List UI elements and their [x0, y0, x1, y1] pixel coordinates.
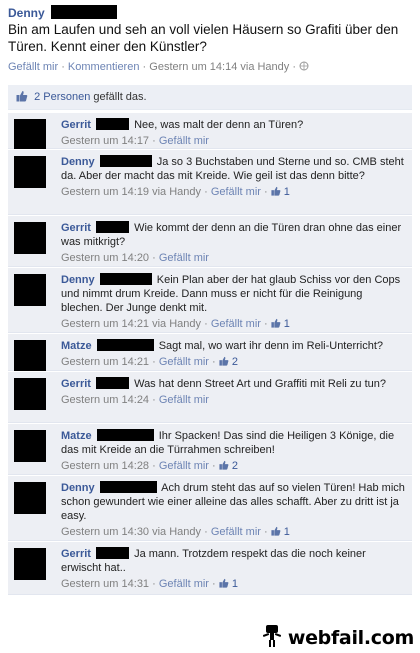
webfail-logo-text: webfail.com: [287, 627, 414, 649]
comment-timestamp: Gestern um 14:21 via Handy: [61, 318, 202, 330]
comment-timestamp: Gestern um 14:31: [61, 578, 150, 590]
comment-text: Nee, was malt der denn an Türen?: [134, 119, 304, 131]
avatar[interactable]: [14, 482, 46, 514]
comment-like-link[interactable]: Gefällt mir: [211, 526, 261, 538]
comment-like-count[interactable]: 2: [219, 460, 238, 472]
comment-item: Gerrit Ja mann. Trotzdem respekt das die…: [8, 541, 412, 595]
comment-author[interactable]: Denny: [61, 156, 95, 168]
comment-author[interactable]: Gerrit: [61, 119, 91, 131]
redacted-surname: [96, 339, 154, 351]
post-timestamp: Gestern um 14:14 via Handy: [149, 61, 290, 73]
redacted-surname: [96, 547, 130, 559]
comment-author[interactable]: Gerrit: [61, 548, 91, 560]
comment-item: Matze Ihr Spacken! Das sind die Heiligen…: [8, 423, 412, 475]
comment-text: Sagt mal, wo wart ihr denn im Reli-Unter…: [158, 340, 384, 352]
avatar[interactable]: [14, 430, 46, 462]
thumbs-up-icon: [219, 356, 229, 366]
comment-item: Denny Ach drum steht das auf so vielen T…: [8, 475, 412, 541]
comment-like-count[interactable]: 1: [219, 578, 238, 590]
globe-icon: [299, 61, 309, 71]
comment-like-link[interactable]: Gefällt mir: [159, 252, 209, 264]
comment-author[interactable]: Matze: [61, 430, 92, 442]
redacted-surname: [96, 118, 130, 130]
meta-separator: ·: [292, 61, 297, 73]
comment-like-link[interactable]: Gefällt mir: [159, 460, 209, 472]
comment-like-link[interactable]: Gefällt mir: [211, 186, 261, 198]
likes-count-link[interactable]: 2 Personen: [34, 91, 90, 103]
avatar[interactable]: [14, 119, 46, 151]
comment-item: Gerrit Wie kommt der denn an die Türen d…: [8, 215, 412, 267]
redacted-surname: [99, 273, 152, 285]
comment-like-count[interactable]: 1: [271, 526, 290, 538]
thumbs-up-icon: [271, 526, 281, 536]
comment-item: Matze Sagt mal, wo wart ihr denn im Reli…: [8, 333, 412, 372]
post-comment-link[interactable]: Kommentieren: [68, 61, 140, 73]
comment-like-link[interactable]: Gefällt mir: [159, 578, 209, 590]
robot-mascot-icon: [263, 625, 282, 647]
avatar[interactable]: [14, 548, 46, 580]
like-count-value: 2: [231, 356, 238, 368]
comment-like-link[interactable]: Gefällt mir: [159, 394, 209, 406]
comment-author[interactable]: Denny: [61, 274, 95, 286]
avatar[interactable]: [14, 340, 46, 372]
post-text: Bin am Laufen und seh an voll vielen Häu…: [8, 22, 399, 54]
thumbs-up-icon: [219, 578, 229, 588]
comment-timestamp: Gestern um 14:21: [61, 356, 150, 368]
redacted-surname: [96, 221, 130, 233]
comment-item: Gerrit Nee, was malt der denn an Türen? …: [8, 112, 412, 151]
comment-timestamp: Gestern um 14:28: [61, 460, 150, 472]
comment-item: Denny Ja so 3 Buchstaben und Sterne und …: [8, 149, 412, 215]
redacted-surname: [99, 155, 152, 167]
avatar[interactable]: [14, 274, 46, 306]
comment-item: Denny Kein Plan aber der hat glaub Schis…: [8, 267, 412, 333]
redacted-surname: [99, 481, 157, 493]
comment-like-count[interactable]: 1: [271, 318, 290, 330]
redacted-surname: [50, 5, 117, 19]
likes-suffix: gefällt das.: [93, 91, 147, 103]
avatar[interactable]: [14, 222, 46, 254]
post-like-link[interactable]: Gefällt mir: [8, 61, 58, 73]
like-count-value: 1: [283, 186, 290, 198]
comment-timestamp: Gestern um 14:20: [61, 252, 150, 264]
like-count-value: 2: [231, 460, 238, 472]
avatar[interactable]: [14, 378, 46, 410]
comment-like-link[interactable]: Gefällt mir: [159, 135, 209, 147]
comment-like-count[interactable]: 1: [271, 186, 290, 198]
like-count-value: 1: [283, 526, 290, 538]
thumbs-up-icon: [271, 318, 281, 328]
comment-author[interactable]: Denny: [61, 482, 95, 494]
comment-timestamp: Gestern um 14:30 via Handy: [61, 526, 202, 538]
comment-timestamp: Gestern um 14:24: [61, 394, 150, 406]
thumbs-up-icon: [271, 186, 281, 196]
comment-like-link[interactable]: Gefällt mir: [211, 318, 261, 330]
avatar[interactable]: [14, 156, 46, 188]
status-post: Denny Bin am Laufen und seh an voll viel…: [0, 0, 420, 73]
like-count-value: 1: [283, 318, 290, 330]
likes-summary: 2 Personen gefällt das.: [8, 85, 412, 110]
post-author[interactable]: Denny: [8, 6, 45, 20]
comment-author[interactable]: Gerrit: [61, 378, 91, 390]
webfail-logo: webfail.com: [263, 625, 414, 649]
comment-like-count[interactable]: 2: [219, 356, 238, 368]
thumbs-up-icon: [16, 91, 28, 102]
comment-timestamp: Gestern um 14:19 via Handy: [61, 186, 202, 198]
comment-text: Was hat denn Street Art und Graffiti mit…: [134, 378, 386, 390]
comment-like-link[interactable]: Gefällt mir: [159, 356, 209, 368]
comment-timestamp: Gestern um 14:17: [61, 135, 150, 147]
meta-separator: ·: [142, 61, 147, 73]
redacted-surname: [96, 377, 130, 389]
thumbs-up-icon: [219, 460, 229, 470]
comments-list: Gerrit Nee, was malt der denn an Türen? …: [8, 112, 412, 595]
redacted-surname: [96, 429, 154, 441]
comment-author[interactable]: Gerrit: [61, 222, 91, 234]
comment-item: Gerrit Was hat denn Street Art und Graff…: [8, 371, 412, 423]
like-count-value: 1: [231, 578, 238, 590]
post-meta: Gefällt mir · Kommentieren · Gestern um …: [8, 61, 412, 73]
meta-separator: ·: [61, 61, 65, 73]
comment-author[interactable]: Matze: [61, 340, 92, 352]
